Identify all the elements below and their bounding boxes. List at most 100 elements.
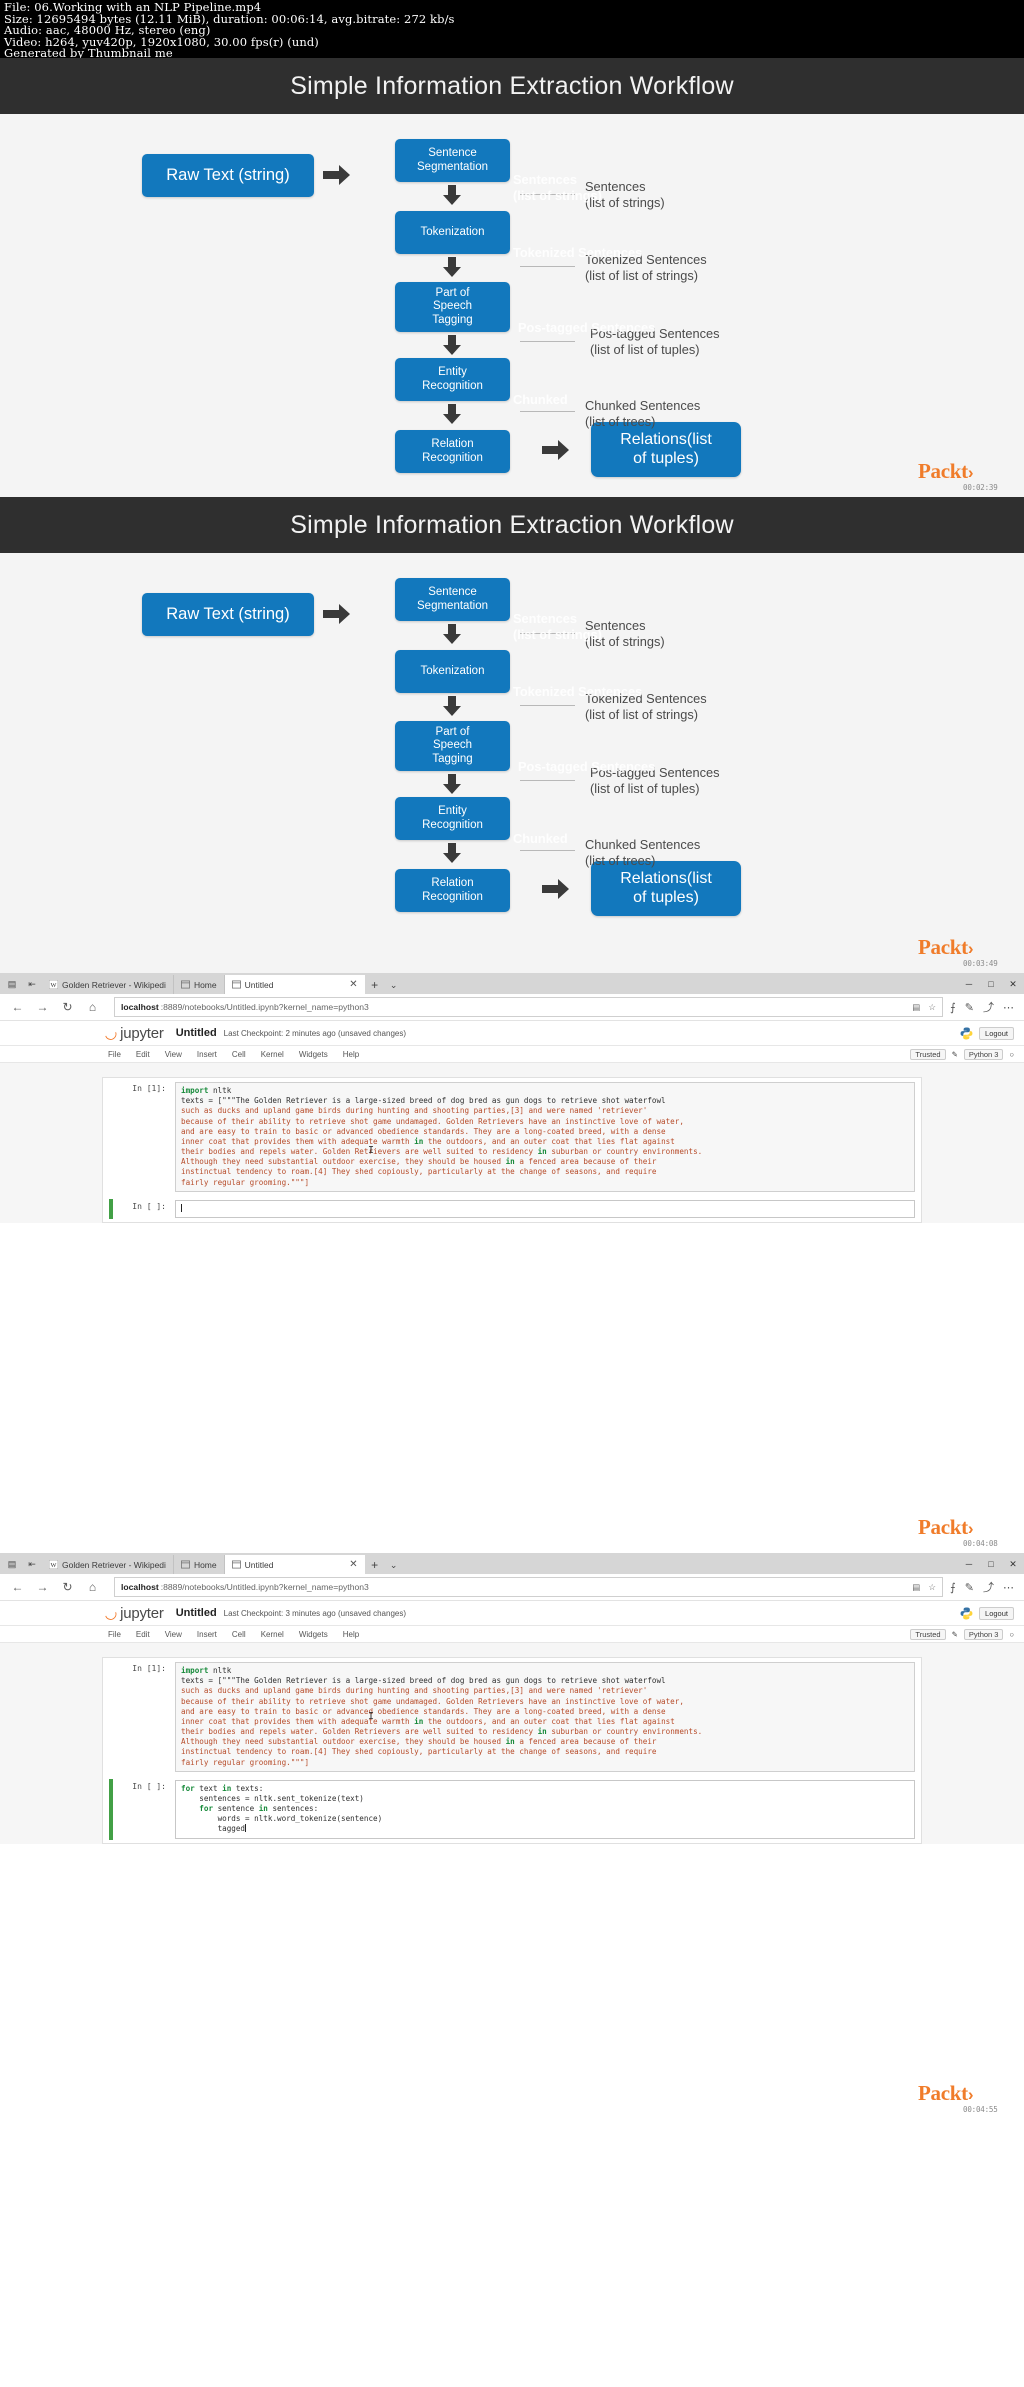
menu-item-file[interactable]: File (108, 1050, 121, 1059)
reading-view-icon[interactable]: ▤ (912, 1002, 920, 1013)
tab-preview-icon[interactable]: ▤ (2, 974, 22, 994)
back-button[interactable]: ← (6, 1576, 29, 1599)
home-button[interactable]: ⌂ (81, 996, 104, 1019)
cell-code-input[interactable]: import nltk texts = ["""The Golden Retrie… (175, 1662, 915, 1772)
annotation-chunked-sentences-label: Chunked Sentences (585, 837, 701, 852)
back-button[interactable]: ← (6, 996, 29, 1019)
menu-item-file[interactable]: File (108, 1630, 121, 1639)
menu-item-kernel[interactable]: Kernel (261, 1050, 284, 1059)
browser-tab-2[interactable]: Home (173, 1555, 225, 1574)
new-tab-button[interactable]: + (365, 978, 385, 994)
forward-button[interactable]: → (31, 1576, 54, 1599)
notebook-cell[interactable]: In [1]: import nltk texts = ["""The Golden… (103, 1078, 921, 1196)
web-notes-icon[interactable]: ⨍ (950, 1581, 956, 1594)
notebook-cell[interactable]: In [ ]: (103, 1196, 921, 1222)
more-options-icon[interactable]: ⋯ (1003, 1581, 1014, 1594)
minimize-button[interactable]: ─ (958, 1554, 980, 1574)
more-options-icon[interactable]: ⋯ (1003, 1001, 1014, 1014)
new-tab-button[interactable]: + (365, 1558, 385, 1574)
tab-preview-icon[interactable]: ▤ (2, 1554, 22, 1574)
close-tab-icon[interactable]: ✕ (337, 979, 357, 990)
forward-button[interactable]: → (31, 996, 54, 1019)
menu-item-widgets[interactable]: Widgets (299, 1630, 328, 1639)
ghost-text-tokenized: Tokenized Sentences (513, 684, 643, 699)
menu-item-cell[interactable]: Cell (232, 1630, 246, 1639)
kernel-badge[interactable]: Python 3 (963, 1628, 1004, 1640)
close-tab-icon[interactable]: ✕ (337, 1559, 357, 1570)
set-aside-tabs-icon[interactable]: ⇤ (22, 974, 42, 994)
node-pos-tagging-label: Part of Speech Tagging (432, 725, 473, 765)
address-bar-icons: ▤ ☆ (912, 1582, 936, 1593)
arrow-tok-to-pos (441, 695, 463, 717)
slide-title: Simple Information Extraction Workflow (290, 510, 734, 539)
maximize-button[interactable]: □ (980, 1554, 1002, 1574)
logout-button[interactable]: Logout (979, 1606, 1014, 1620)
notebook-title[interactable]: Untitled (176, 1027, 217, 1039)
maximize-button[interactable]: □ (980, 974, 1002, 994)
menu-item-edit[interactable]: Edit (136, 1050, 150, 1059)
close-window-button[interactable]: ✕ (1002, 1554, 1024, 1574)
menu-item-view[interactable]: View (165, 1050, 182, 1059)
cell-code-input[interactable]: import nltk texts = ["""The Golden Retrie… (175, 1082, 915, 1192)
annotate-icon[interactable]: ✎ (965, 1001, 974, 1014)
notebook-title[interactable]: Untitled (176, 1607, 217, 1619)
cell-code-input[interactable]: for text in texts: sentences = nltk.sent… (175, 1779, 915, 1839)
tab-list-chevron-down-icon[interactable]: ⌄ (385, 980, 403, 994)
annotation-chunked-sentences-label: Chunked Sentences (585, 398, 701, 413)
wikipedia-icon: W (49, 980, 58, 989)
notebook-cell[interactable]: In [1]: import nltk texts = ["""The Golden… (103, 1658, 921, 1776)
browser-tab-3[interactable]: Untitled ✕ (224, 975, 365, 994)
menu-item-insert[interactable]: Insert (197, 1050, 217, 1059)
menu-item-edit[interactable]: Edit (136, 1630, 150, 1639)
leader-line-3 (520, 780, 575, 781)
leader-line-4 (520, 411, 575, 412)
tab-list-chevron-down-icon[interactable]: ⌄ (385, 1560, 403, 1574)
browser-tab-2[interactable]: Home (173, 975, 225, 994)
menu-item-view[interactable]: View (165, 1630, 182, 1639)
node-sentence-segmentation-label: Sentence Segmentation (417, 585, 488, 612)
notebook-checkpoint-status: Last Checkpoint: 2 minutes ago (unsaved … (223, 1028, 407, 1038)
reload-button[interactable]: ↻ (56, 1576, 79, 1599)
notebook-cell[interactable]: In [ ]: for text in texts: sentences = nl… (103, 1776, 921, 1843)
minimize-button[interactable]: ─ (958, 974, 980, 994)
code-line: their bodies and repels water. Golden Re… (181, 1147, 703, 1157)
menu-item-help[interactable]: Help (343, 1630, 359, 1639)
jupyter-menu-bar: File Edit View Insert Cell Kernel Widgets Help T… (0, 1046, 1024, 1063)
reload-button[interactable]: ↻ (56, 996, 79, 1019)
share-icon[interactable]: ⤴ (983, 1579, 994, 1595)
set-aside-tabs-icon[interactable]: ⇤ (22, 1554, 42, 1574)
menu-item-cell[interactable]: Cell (232, 1050, 246, 1059)
cell-code-input[interactable] (175, 1199, 915, 1218)
jupyter-logo[interactable]: ◡ jupyter (101, 1023, 163, 1043)
logout-button[interactable]: Logout (979, 1026, 1014, 1040)
address-bar[interactable]: localhost:8889/notebooks/Untitled.ipynb?… (114, 997, 944, 1017)
packt-logo: Packt› (918, 1515, 974, 1540)
address-bar[interactable]: localhost:8889/notebooks/Untitled.ipynb?… (114, 1577, 944, 1597)
frame-timestamp: 00:04:55 (963, 2105, 998, 2114)
menu-item-widgets[interactable]: Widgets (299, 1050, 328, 1059)
browser-tab-3[interactable]: Untitled ✕ (224, 1555, 365, 1574)
slide-header-bar: Simple Information Extraction Workflow (0, 497, 1024, 553)
close-window-button[interactable]: ✕ (1002, 974, 1024, 994)
favorite-star-icon[interactable]: ☆ (928, 1002, 936, 1013)
annotate-icon[interactable]: ✎ (965, 1581, 974, 1594)
kernel-badge[interactable]: Python 3 (963, 1048, 1004, 1060)
svg-text:W: W (51, 1562, 57, 1569)
node-sentence-segmentation-label: Sentence Segmentation (417, 146, 488, 173)
browser-tab-1[interactable]: W Golden Retriever - Wikipedi (42, 975, 174, 994)
favorite-star-icon[interactable]: ☆ (928, 1582, 936, 1593)
menu-item-kernel[interactable]: Kernel (261, 1630, 284, 1639)
browser-tab-label: Golden Retriever - Wikipedi (62, 1559, 166, 1570)
code-line: instinctual tendency to roam.[4] They sh… (181, 1167, 657, 1177)
share-icon[interactable]: ⤴ (983, 999, 994, 1015)
menu-item-help[interactable]: Help (343, 1050, 359, 1059)
home-button[interactable]: ⌂ (81, 1576, 104, 1599)
jupyter-logo[interactable]: ◡ jupyter (101, 1603, 163, 1623)
browser-tab-1[interactable]: W Golden Retriever - Wikipedi (42, 1555, 174, 1574)
menu-item-insert[interactable]: Insert (197, 1630, 217, 1639)
browser-navigation-bar: ← → ↻ ⌂ localhost:8889/notebooks/Untitled.ip… (0, 994, 1024, 1021)
reading-view-icon[interactable]: ▤ (912, 1582, 920, 1593)
code-line: Although they need substantial outdoor e… (181, 1737, 657, 1747)
web-notes-icon[interactable]: ⨍ (950, 1001, 956, 1014)
jupyter-header-right: Logout (960, 1606, 1014, 1620)
